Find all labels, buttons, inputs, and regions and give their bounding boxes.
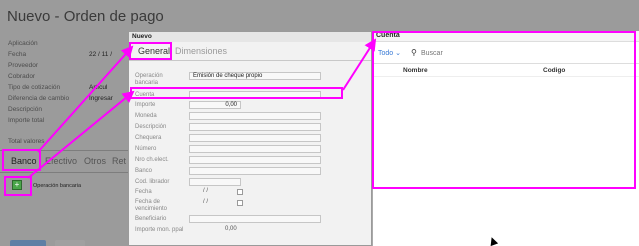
divider — [0, 172, 128, 173]
field-label-cobrador: Cobrador — [8, 73, 36, 80]
field-label-aplicacion: Aplicación — [8, 40, 38, 47]
numero-field[interactable] — [189, 145, 321, 153]
descripcion-label: Descripción — [135, 124, 167, 130]
highlight-cuenta-dialog — [372, 31, 636, 189]
descripcion-field[interactable] — [189, 123, 321, 131]
chequera-label: Chequera — [135, 135, 162, 141]
chequera-field[interactable] — [189, 134, 321, 142]
field-label-diferencia-cambio: Diferencia de cambio — [8, 95, 70, 102]
highlight-tab-general — [129, 42, 172, 60]
calendar-icon[interactable] — [237, 200, 243, 206]
nro-ch-elect-field[interactable] — [189, 156, 321, 164]
field-label-proveedor: Proveedor — [8, 62, 38, 69]
diferencia-cambio-select[interactable]: Ingresar — [89, 95, 113, 102]
importe-label: Importe — [135, 102, 156, 108]
total-valores-label: Total valores — [8, 138, 45, 145]
operacion-bancaria-label: Operación bancaria — [135, 73, 163, 86]
cod-librador-field[interactable] — [189, 178, 241, 186]
field-label-tipo-cotizacion: Tipo de cotización — [8, 84, 61, 91]
tab-dimensiones[interactable]: Dimensiones — [175, 46, 227, 56]
tipo-cotizacion-select[interactable]: Artícul — [89, 84, 107, 91]
column-header-operacion-bancaria: Operación bancaria — [33, 183, 82, 189]
cod-librador-label: Cod. librador — [135, 179, 170, 185]
numero-label: Número — [135, 146, 157, 152]
fecha-label: Fecha — [135, 189, 152, 195]
importe-mon-ppal-label: Importe mon. ppal — [135, 227, 184, 233]
moneda-field[interactable] — [189, 112, 321, 120]
tab-otros[interactable]: Otros — [84, 156, 106, 166]
dialog-title: Nuevo — [129, 32, 371, 42]
nro-ch-elect-label: Nro ch.elect. — [135, 157, 169, 163]
field-label-descripcion: Descripción — [8, 106, 42, 113]
fecha-vencimiento-field[interactable]: / / — [203, 199, 208, 205]
fecha-input[interactable]: 22 / 11 / — [89, 51, 112, 58]
bottom-secondary-button[interactable] — [55, 240, 85, 246]
fecha-vencimiento-label: Fecha de vencimiento — [135, 199, 168, 212]
field-label-fecha: Fecha — [8, 51, 27, 58]
banco-field[interactable] — [189, 167, 321, 175]
importe-field[interactable]: 0,00 — [189, 101, 241, 109]
field-label-importe-total: Importe total — [8, 117, 45, 124]
nuevo-dialog: Nuevo General Dimensiones Operación banc… — [128, 31, 372, 246]
banco-label: Banco — [135, 168, 153, 174]
moneda-label: Moneda — [135, 113, 157, 119]
bottom-action-button[interactable] — [10, 240, 46, 246]
beneficiario-label: Beneficiario — [135, 216, 167, 222]
tab-efectivo[interactable]: Efectivo — [45, 156, 77, 166]
tab-ret[interactable]: Ret — [112, 156, 126, 166]
fecha-field[interactable]: / / — [203, 188, 208, 194]
beneficiario-field[interactable] — [189, 215, 321, 223]
importe-mon-ppal-value: 0,00 — [225, 226, 237, 232]
highlight-cuenta-field — [130, 87, 343, 99]
operacion-bancaria-field[interactable]: Emisión de cheque propio — [189, 72, 321, 80]
highlight-tab-banco — [2, 149, 41, 171]
calendar-icon[interactable] — [237, 189, 243, 195]
highlight-add-button — [4, 176, 32, 196]
page-title: Nuevo - Orden de pago — [7, 8, 164, 25]
